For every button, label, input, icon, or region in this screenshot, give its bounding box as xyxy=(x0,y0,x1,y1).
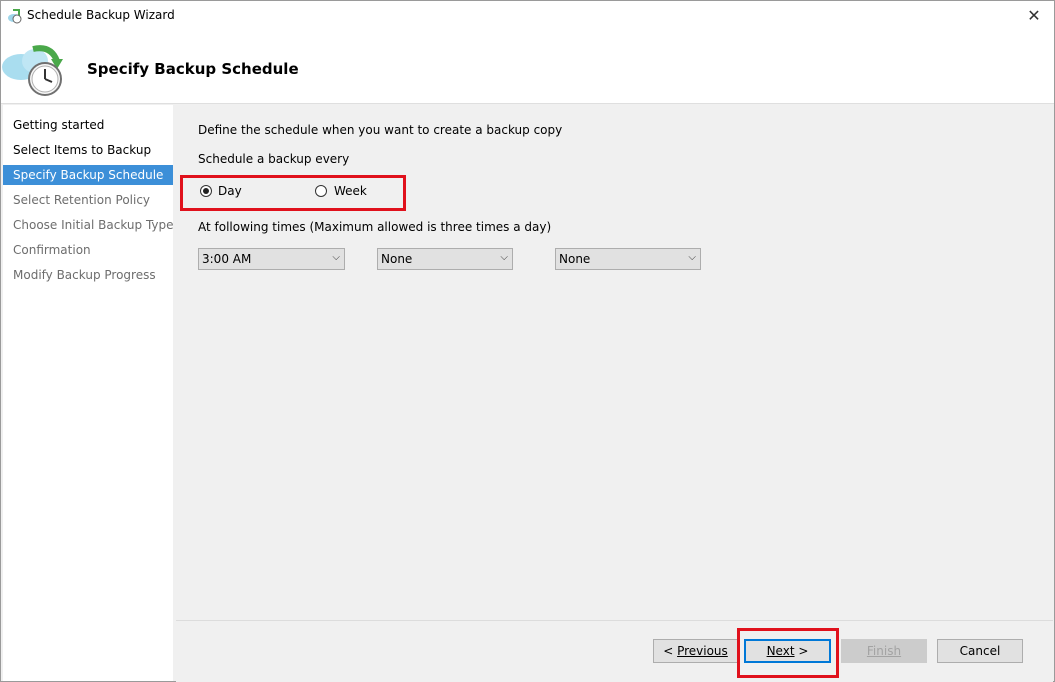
window-title: Schedule Backup Wizard xyxy=(27,8,175,22)
nav-step-modify-progress: Modify Backup Progress xyxy=(13,268,156,282)
nav-step-initial-backup-type: Choose Initial Backup Type xyxy=(13,218,174,232)
wizard-steps-nav: Getting started Select Items to Backup S… xyxy=(3,105,174,681)
nav-step-retention-policy: Select Retention Policy xyxy=(13,193,151,207)
chevron-down-icon: ⌵ xyxy=(332,252,340,263)
time-select-2[interactable]: None ⌵ xyxy=(377,248,513,270)
chevron-down-icon: ⌵ xyxy=(500,252,508,263)
finish-label: Finish xyxy=(866,644,902,658)
backup-schedule-icon xyxy=(1,41,67,103)
chevron-down-icon: ⌵ xyxy=(688,252,696,263)
next-button[interactable]: Next > xyxy=(744,639,831,663)
previous-button[interactable]: < Previous xyxy=(653,639,738,663)
schedule-panel: Define the schedule when you want to cre… xyxy=(176,105,1053,619)
day-radio-label[interactable]: Day xyxy=(218,184,242,198)
times-label: At following times (Maximum allowed is t… xyxy=(198,220,552,234)
schedule-every-label: Schedule a backup every xyxy=(198,152,350,166)
week-radio[interactable] xyxy=(315,185,327,197)
nav-step-getting-started[interactable]: Getting started xyxy=(3,115,173,135)
week-radio-label[interactable]: Week xyxy=(334,184,367,198)
time-select-2-value: None xyxy=(381,252,413,266)
nav-step-select-items[interactable]: Select Items to Backup xyxy=(3,140,173,160)
wizard-footer: < Previous Next > Finish Cancel xyxy=(176,620,1053,682)
title-bar: Schedule Backup Wizard ✕ xyxy=(1,1,1054,31)
next-label: Next xyxy=(766,644,795,658)
day-radio[interactable] xyxy=(200,185,212,197)
nav-step-confirmation: Confirmation xyxy=(13,243,91,257)
previous-prefix: < xyxy=(663,644,678,658)
previous-label: Previous xyxy=(677,644,728,658)
schedule-description: Define the schedule when you want to cre… xyxy=(198,123,563,137)
nav-step-specify-schedule[interactable]: Specify Backup Schedule xyxy=(3,165,173,185)
backup-app-icon xyxy=(7,8,23,28)
next-suffix: > xyxy=(794,644,809,658)
time-select-3[interactable]: None ⌵ xyxy=(555,248,701,270)
radio-selected-dot xyxy=(203,188,209,194)
wizard-header: Specify Backup Schedule xyxy=(1,31,1054,104)
cancel-button[interactable]: Cancel xyxy=(937,639,1023,663)
finish-button: Finish xyxy=(841,639,927,663)
page-title: Specify Backup Schedule xyxy=(87,60,299,78)
time-select-3-value: None xyxy=(559,252,591,266)
wizard-window: Schedule Backup Wizard ✕ Specify Backup … xyxy=(0,0,1055,682)
close-icon[interactable]: ✕ xyxy=(1020,3,1048,29)
frequency-highlight-box xyxy=(180,175,406,211)
time-select-1-value: 3:00 AM xyxy=(202,252,252,266)
time-select-1[interactable]: 3:00 AM ⌵ xyxy=(198,248,345,270)
